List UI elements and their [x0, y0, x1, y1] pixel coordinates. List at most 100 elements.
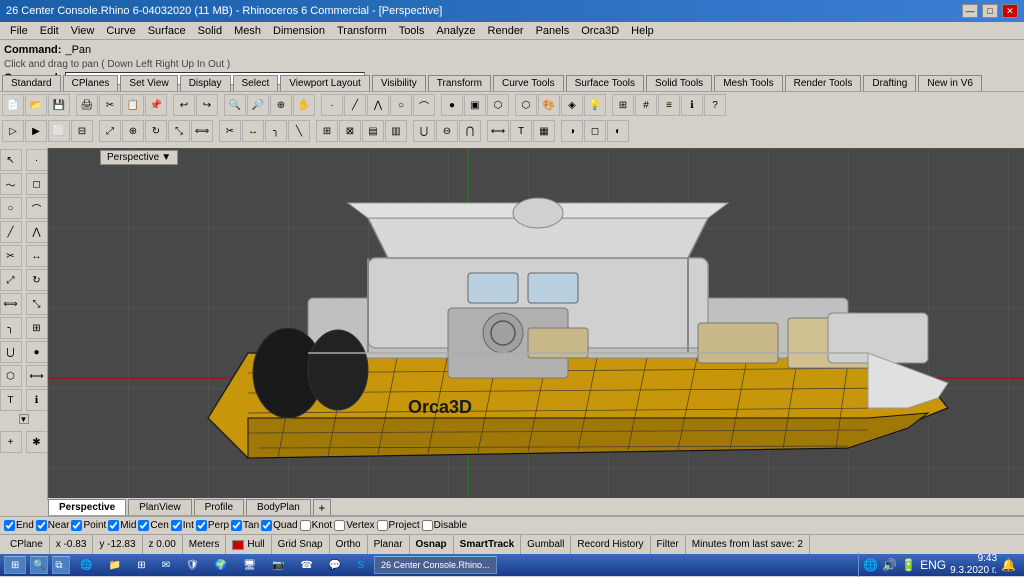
tab-visibility[interactable]: Visibility: [372, 75, 426, 91]
close-button[interactable]: ✕: [1002, 4, 1018, 18]
tab-select[interactable]: Select: [233, 75, 279, 91]
print-icon[interactable]: 🖨: [76, 94, 98, 116]
explorer-icon[interactable]: 📁: [103, 556, 127, 574]
volume-icon[interactable]: 🔊: [882, 558, 897, 572]
crossing-icon[interactable]: ⊟: [71, 120, 93, 142]
copy-icon[interactable]: 📋: [122, 94, 144, 116]
extra-tool1[interactable]: +: [0, 431, 22, 453]
tab-render-tools[interactable]: Render Tools: [785, 75, 862, 91]
mail-icon[interactable]: ✉: [156, 556, 176, 574]
view-wire-icon[interactable]: ◻: [584, 120, 606, 142]
menu-transform[interactable]: Transform: [331, 24, 393, 38]
circle-icon[interactable]: ○: [390, 94, 412, 116]
lang-icon[interactable]: ENG: [920, 558, 946, 572]
record-history-button[interactable]: Record History: [571, 535, 650, 554]
tab-curve-tools[interactable]: Curve Tools: [493, 75, 564, 91]
chrome-icon[interactable]: 🌍: [209, 556, 233, 574]
add-view-button[interactable]: +: [313, 499, 331, 515]
menu-solid[interactable]: Solid: [192, 24, 228, 38]
snap-disable-checkbox[interactable]: [422, 520, 433, 531]
skype-icon[interactable]: S: [351, 556, 370, 574]
light-icon[interactable]: 💡: [584, 94, 606, 116]
open-icon[interactable]: 📂: [25, 94, 47, 116]
text-tool[interactable]: T: [0, 389, 22, 411]
layer-indicator[interactable]: Hull: [226, 535, 271, 554]
minimize-button[interactable]: —: [962, 4, 978, 18]
surface-tool[interactable]: ◻: [26, 173, 48, 195]
polyline-icon[interactable]: ⋀: [367, 94, 389, 116]
snap-point-checkbox[interactable]: [71, 520, 82, 531]
menu-dimension[interactable]: Dimension: [267, 24, 331, 38]
tab-surface-tools[interactable]: Surface Tools: [566, 75, 644, 91]
menu-tools[interactable]: Tools: [393, 24, 431, 38]
store-icon[interactable]: ⊞: [131, 556, 151, 574]
zoom-all-icon[interactable]: ⊕: [270, 94, 292, 116]
boolean-union-icon[interactable]: ⋃: [413, 120, 435, 142]
notification-icon[interactable]: 🔔: [1001, 558, 1016, 572]
gumball-button[interactable]: Gumball: [521, 535, 571, 554]
clock[interactable]: 9:43 9.3.2020 г.: [950, 553, 997, 577]
mirror-tool[interactable]: ⟺: [0, 293, 22, 315]
view-render-icon[interactable]: ◐: [607, 120, 629, 142]
deselect-icon[interactable]: ▶: [25, 120, 47, 142]
mesh-tool[interactable]: ⬡: [0, 365, 22, 387]
snap-end-checkbox[interactable]: [4, 520, 15, 531]
pc-icon[interactable]: 🖥: [237, 556, 262, 574]
menu-panels[interactable]: Panels: [530, 24, 576, 38]
text-icon[interactable]: T: [510, 120, 532, 142]
box-icon[interactable]: ▣: [464, 94, 486, 116]
properties-icon[interactable]: ℹ: [681, 94, 703, 116]
tab-cplanes[interactable]: CPlanes: [63, 75, 119, 91]
paste-icon[interactable]: 📌: [145, 94, 167, 116]
menu-view[interactable]: View: [65, 24, 101, 38]
maximize-button[interactable]: □: [982, 4, 998, 18]
zoom-in-icon[interactable]: 🔍: [224, 94, 246, 116]
line-tool[interactable]: ╱: [0, 221, 22, 243]
defender-icon[interactable]: 🛡: [180, 556, 205, 574]
extra-tool2[interactable]: ✱: [26, 431, 48, 453]
boolean-diff-icon[interactable]: ⊖: [436, 120, 458, 142]
line-icon[interactable]: ╱: [344, 94, 366, 116]
tab-drafting[interactable]: Drafting: [863, 75, 916, 91]
tab-perspective[interactable]: Perspective: [48, 499, 126, 515]
grid-icon[interactable]: #: [635, 94, 657, 116]
join-tool[interactable]: ⊞: [26, 317, 48, 339]
move-tool[interactable]: ⤢: [0, 269, 22, 291]
boolean-int-icon[interactable]: ⋂: [459, 120, 481, 142]
network-icon[interactable]: 🌐: [863, 558, 878, 572]
expand-tools[interactable]: ▼: [19, 414, 29, 424]
chamfer-icon[interactable]: ╲: [288, 120, 310, 142]
arc-icon[interactable]: ⌒: [413, 94, 435, 116]
phone-icon[interactable]: ☎: [294, 556, 318, 574]
osnap-button[interactable]: Osnap: [410, 535, 454, 554]
copy2-icon[interactable]: ⊕: [122, 120, 144, 142]
smarttrack-button[interactable]: SmartTrack: [454, 535, 521, 554]
battery-icon[interactable]: 🔋: [901, 558, 916, 572]
curve-tool[interactable]: 〜: [0, 173, 22, 195]
menu-orca3d[interactable]: Orca3D: [575, 24, 625, 38]
start-button[interactable]: ⊞: [4, 556, 26, 574]
material-icon[interactable]: ◈: [561, 94, 583, 116]
snap-near-checkbox[interactable]: [36, 520, 47, 531]
redo-icon[interactable]: ↪: [196, 94, 218, 116]
menu-file[interactable]: File: [4, 24, 34, 38]
cut-icon[interactable]: ✂: [99, 94, 121, 116]
help2-icon[interactable]: ?: [704, 94, 726, 116]
snap-perp-checkbox[interactable]: [196, 520, 207, 531]
undo-icon[interactable]: ↩: [173, 94, 195, 116]
tab-solid-tools[interactable]: Solid Tools: [646, 75, 712, 91]
circle-tool[interactable]: ○: [0, 197, 22, 219]
view-shaded-icon[interactable]: ◑: [561, 120, 583, 142]
mesh-icon[interactable]: ⬡: [515, 94, 537, 116]
save-icon[interactable]: 💾: [48, 94, 70, 116]
extend-tool[interactable]: ↔: [26, 245, 48, 267]
scale-icon[interactable]: ⤡: [168, 120, 190, 142]
boolean-tool[interactable]: ⋃: [0, 341, 22, 363]
snap-vertex-checkbox[interactable]: [334, 520, 345, 531]
tab-mesh-tools[interactable]: Mesh Tools: [714, 75, 782, 91]
analyze-tool[interactable]: ℹ: [26, 389, 48, 411]
scale-tool[interactable]: ⤡: [26, 293, 48, 315]
tab-display[interactable]: Display: [180, 75, 231, 91]
rotate-icon[interactable]: ↻: [145, 120, 167, 142]
solid-tool[interactable]: ●: [26, 341, 48, 363]
